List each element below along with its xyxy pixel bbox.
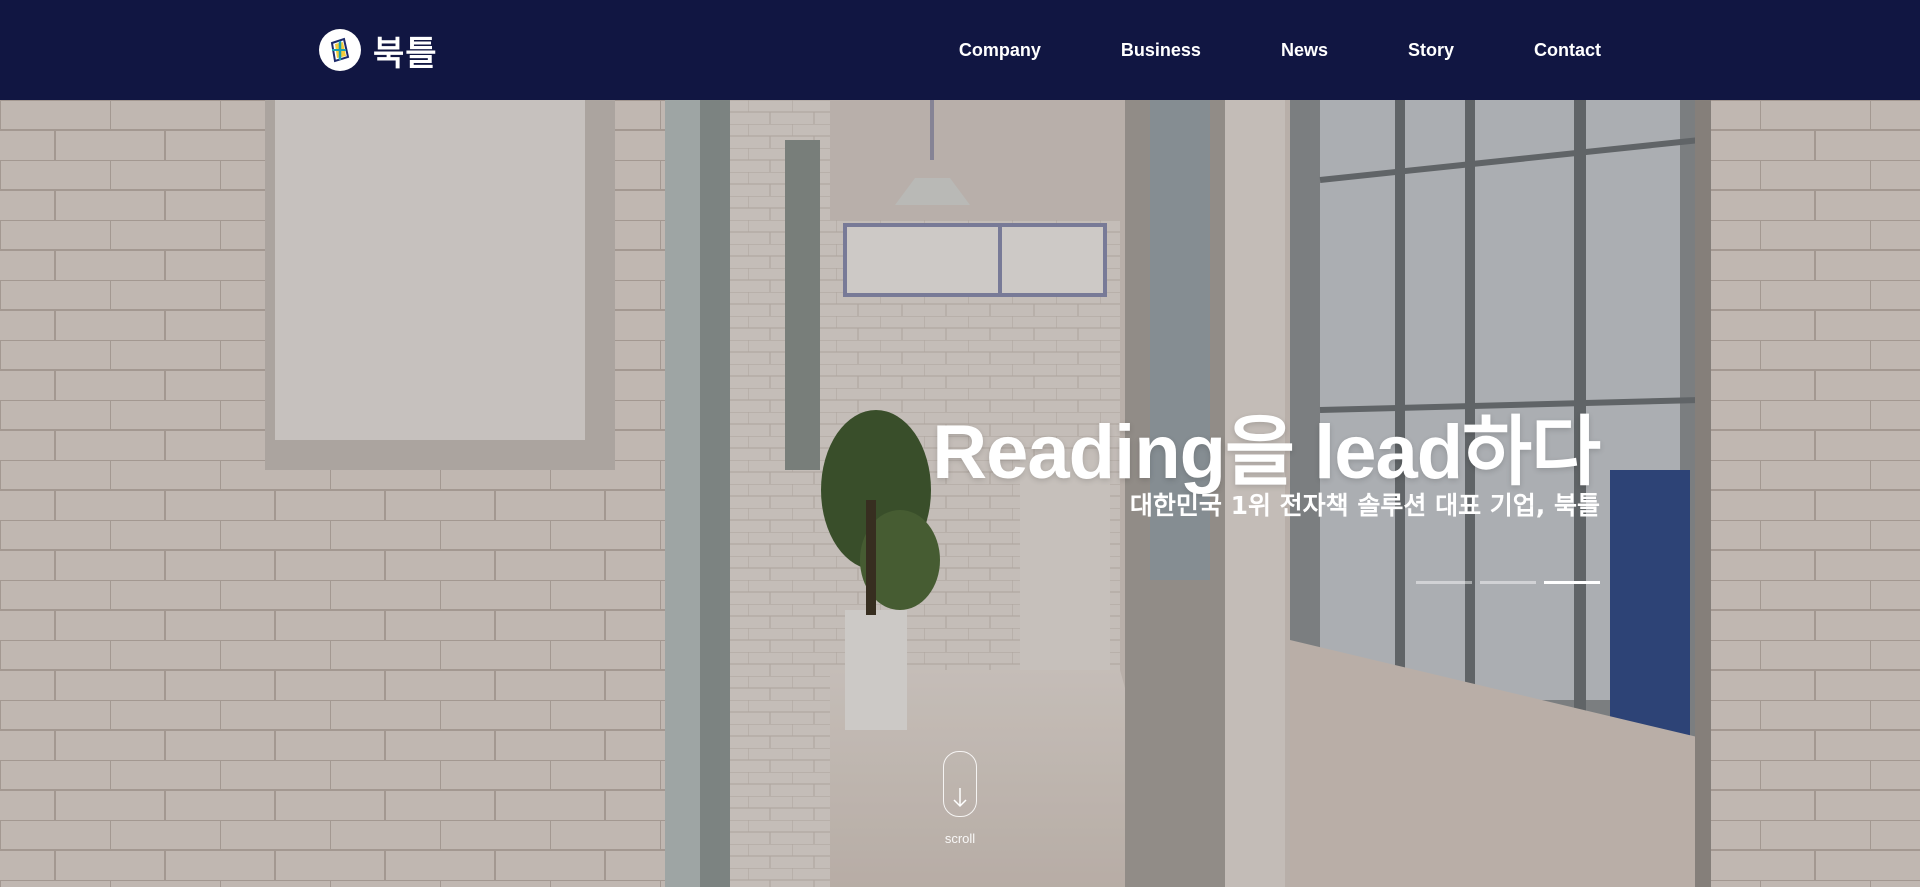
hero-title: Reading을 lead하다 — [932, 410, 1601, 495]
slide-indicators — [1416, 581, 1600, 584]
slide-indicator-1[interactable] — [1416, 581, 1472, 584]
nav-contact[interactable]: Contact — [1534, 40, 1601, 61]
nav-story[interactable]: Story — [1408, 40, 1454, 61]
site-header: 북틀 Company Business News Story Contact — [0, 0, 1920, 100]
scroll-indicator[interactable]: scroll — [942, 751, 978, 846]
scroll-label: scroll — [944, 831, 976, 846]
nav-news[interactable]: News — [1281, 40, 1328, 61]
nav-business[interactable]: Business — [1121, 40, 1201, 61]
logo[interactable]: 북틀 — [319, 29, 438, 74]
scroll-button[interactable] — [943, 751, 977, 817]
hero-section: Reading을 lead하다 대한민국 1위 전자책 솔루션 대표 기업, 북… — [0, 100, 1920, 887]
nav-company[interactable]: Company — [959, 40, 1041, 61]
hero-subtitle: 대한민국 1위 전자책 솔루션 대표 기업, 북틀 — [1129, 491, 1600, 520]
slide-indicator-3[interactable] — [1544, 581, 1600, 584]
logo-text: 북틀 — [373, 33, 438, 74]
logo-mark-icon — [319, 29, 361, 71]
slide-indicator-2[interactable] — [1480, 581, 1536, 584]
arrow-down-icon — [953, 788, 967, 808]
main-nav: Company Business News Story Contact — [959, 0, 1601, 100]
